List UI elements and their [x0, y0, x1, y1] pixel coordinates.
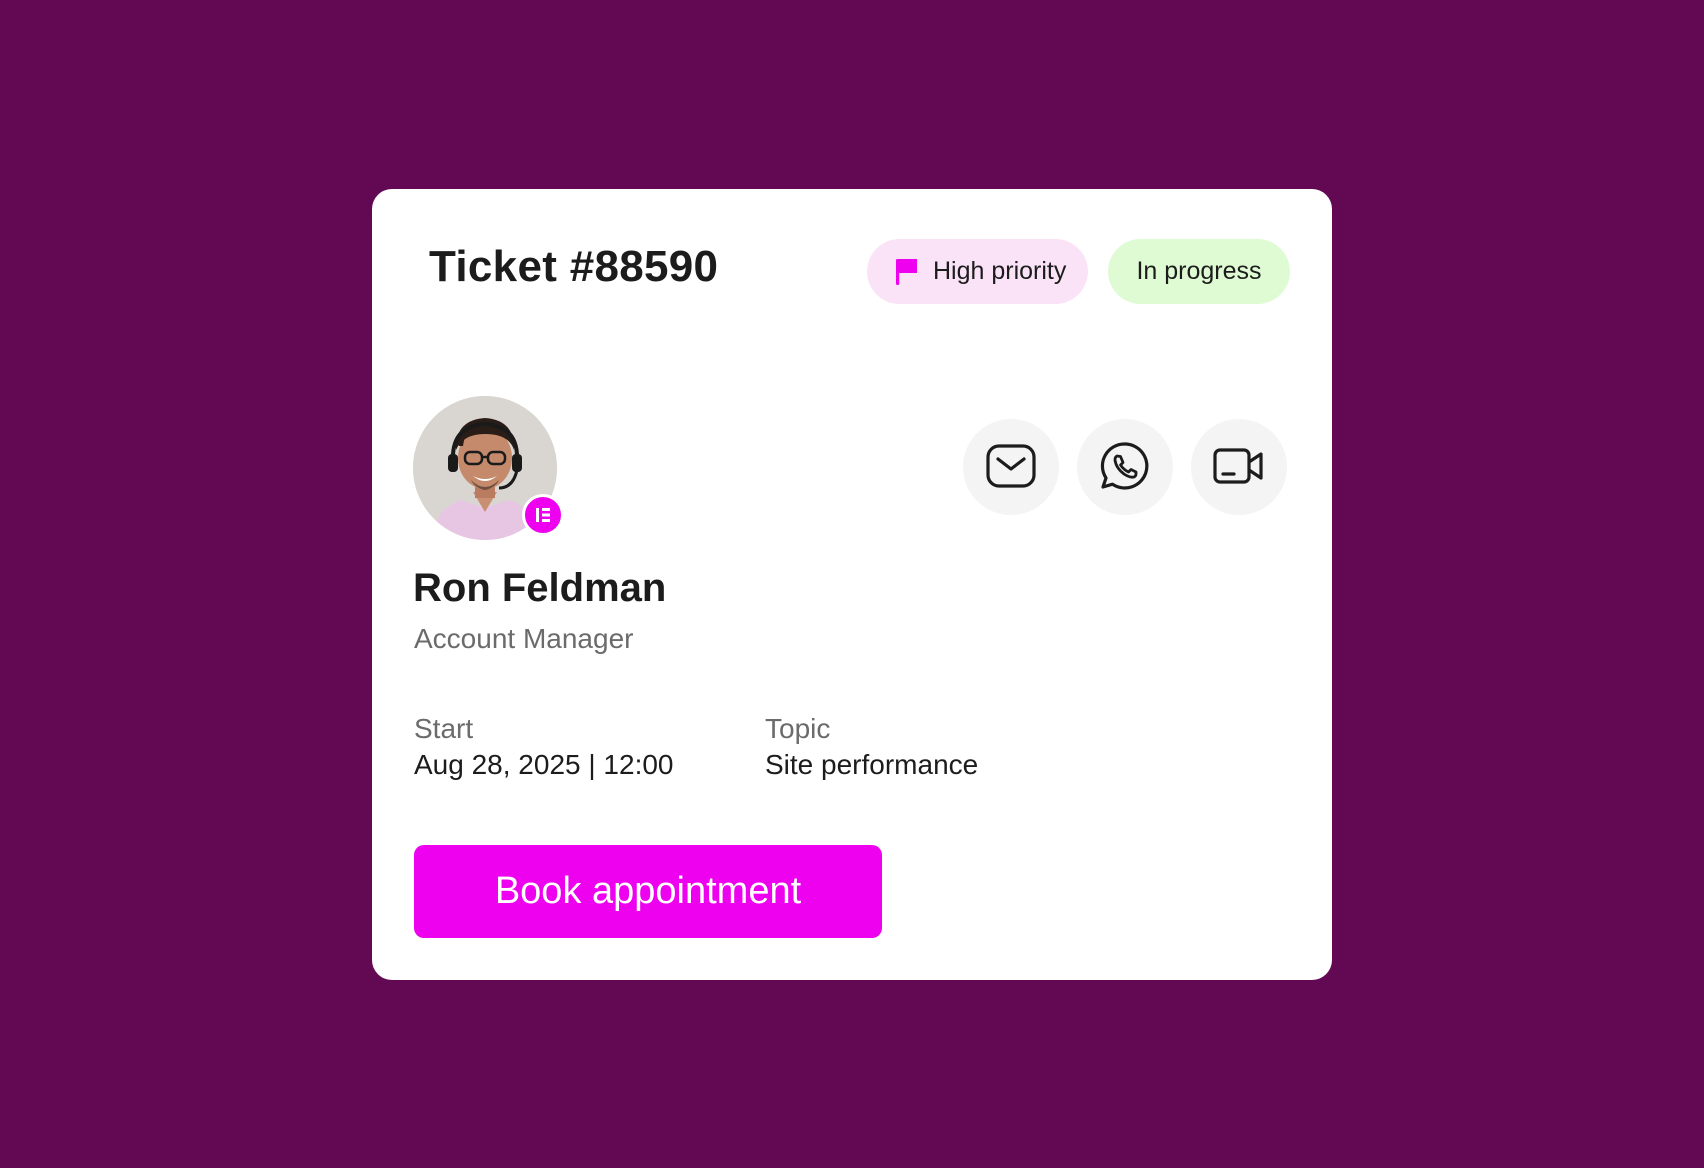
email-button[interactable]	[963, 419, 1059, 515]
priority-label: High priority	[933, 257, 1067, 285]
status-badge: In progress	[1108, 239, 1290, 304]
video-call-button[interactable]	[1191, 419, 1287, 515]
ticket-title: Ticket #88590	[429, 242, 719, 291]
start-label: Start	[414, 713, 474, 744]
whatsapp-icon	[1100, 441, 1150, 494]
whatsapp-button[interactable]	[1077, 419, 1173, 515]
status-label: In progress	[1136, 257, 1262, 285]
topic-value: Site performance	[765, 749, 979, 780]
email-icon	[986, 443, 1036, 491]
start-value: Aug 28, 2025 | 12:00	[414, 749, 674, 780]
brand-logo-icon	[522, 494, 564, 536]
ticket-card: Ticket #88590 High priority In progress	[372, 189, 1332, 980]
book-appointment-button[interactable]: Book appointment	[414, 845, 882, 938]
agent-role: Account Manager	[414, 623, 634, 654]
agent-name: Ron Feldman	[413, 566, 667, 610]
topic-label: Topic	[765, 713, 831, 744]
priority-badge: High priority	[867, 239, 1088, 304]
flag-icon	[895, 258, 919, 286]
video-call-icon	[1213, 446, 1265, 489]
